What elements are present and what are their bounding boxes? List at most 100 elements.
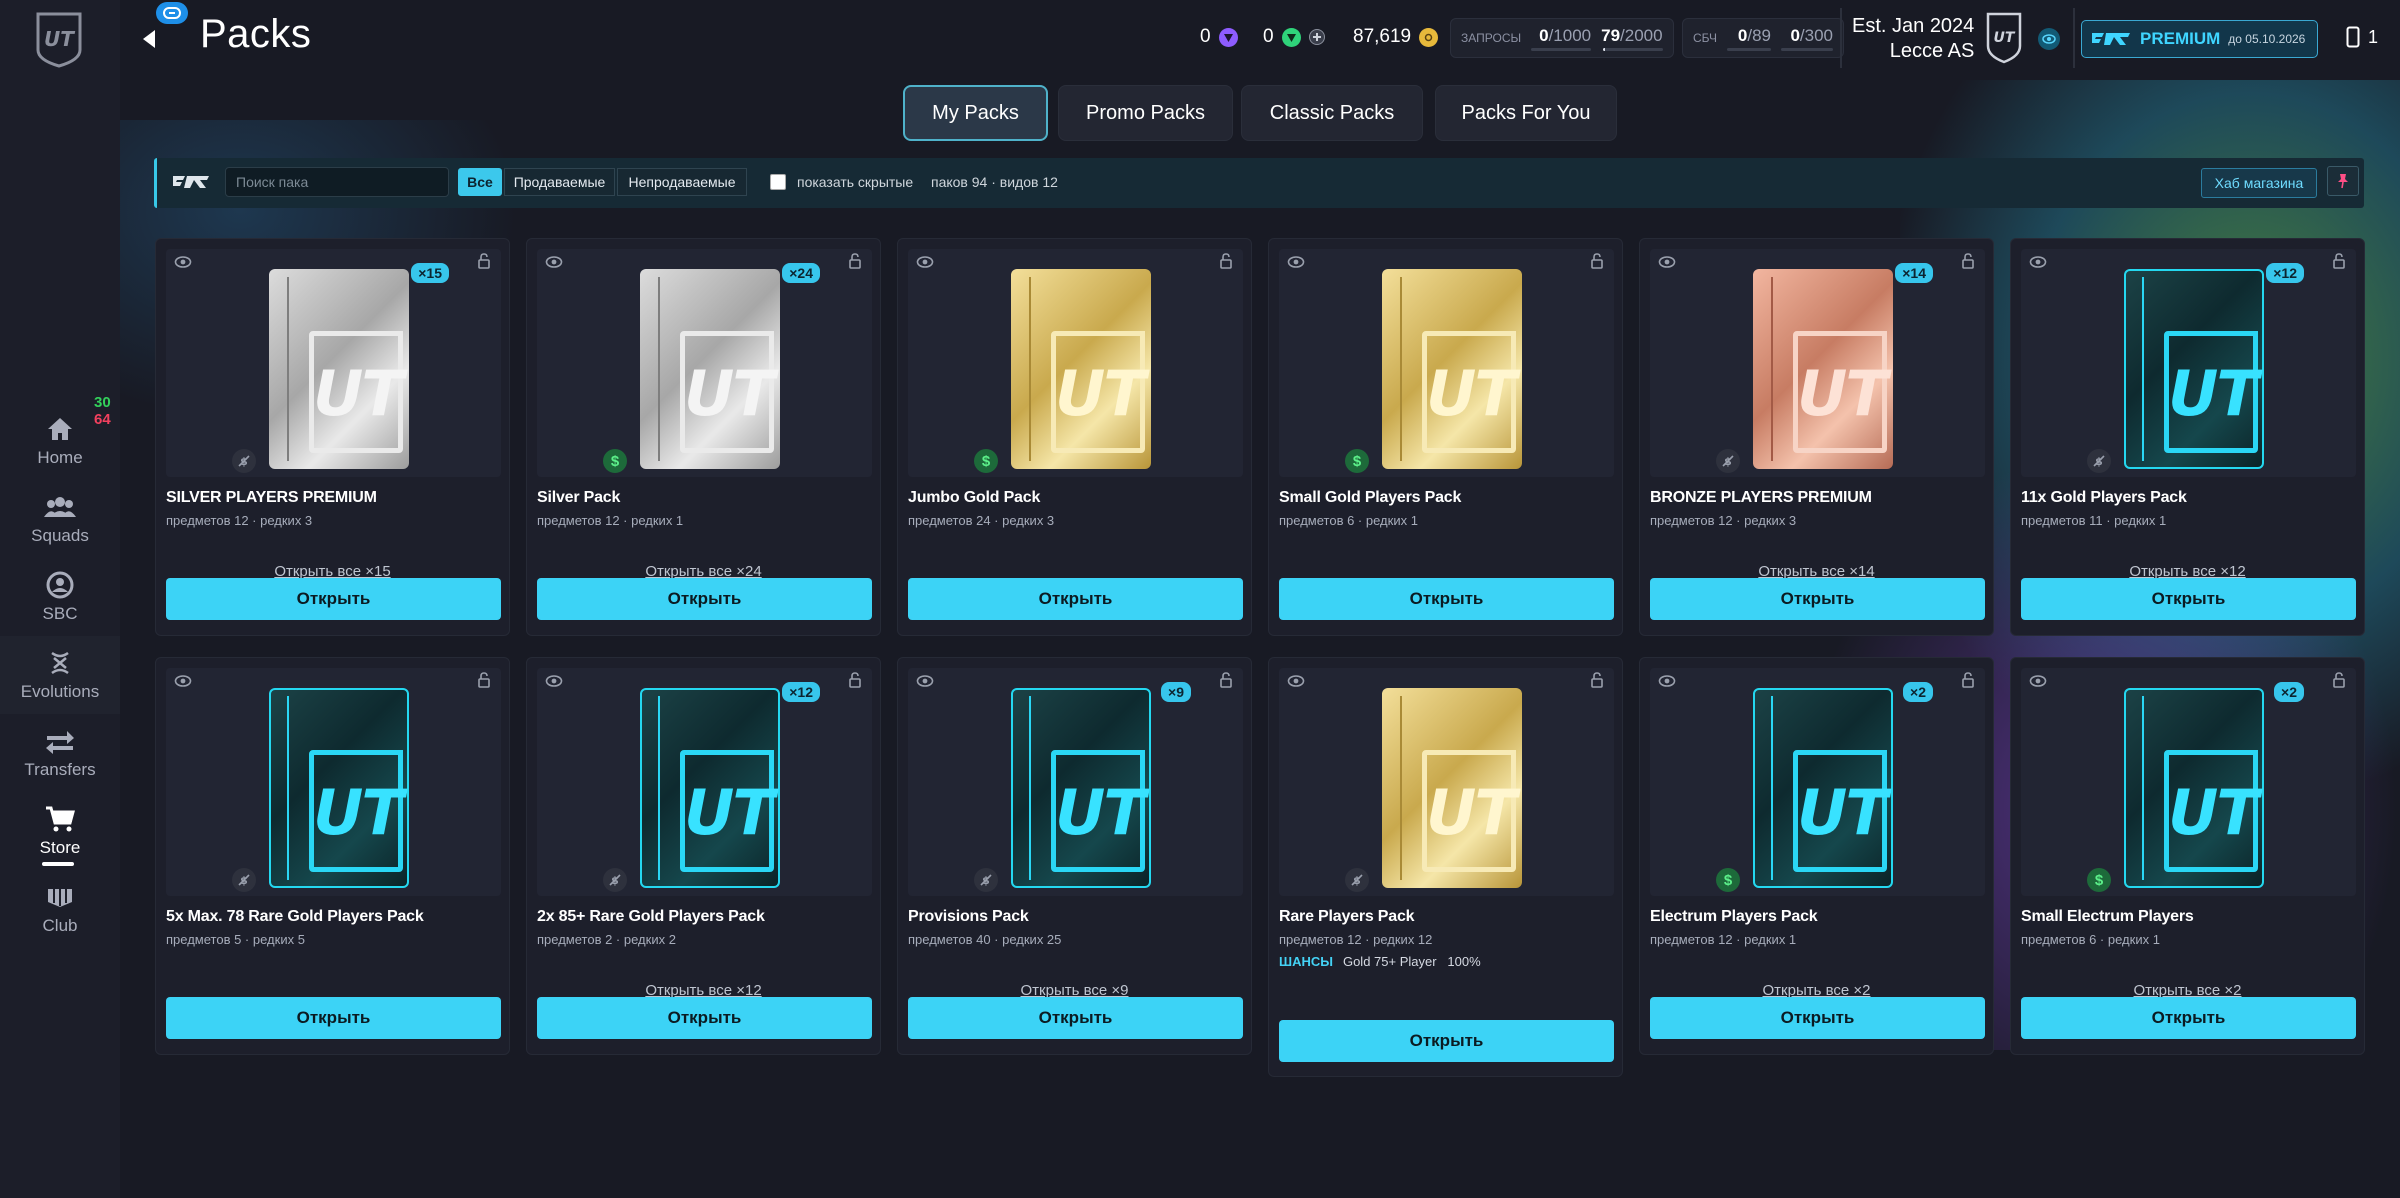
squads-icon (43, 492, 77, 522)
pack-art[interactable]: UT $ (908, 249, 1243, 477)
home-icon (43, 414, 77, 444)
lock-icon[interactable] (848, 672, 862, 688)
lock-icon[interactable] (1219, 253, 1233, 269)
pack-art[interactable]: UT ×2 $ (2021, 668, 2356, 896)
pack-card[interactable]: UT ×2 $ Electrum Players Pack предметов 12 ·… (1639, 657, 1994, 1055)
device-count: 1 (2368, 26, 2379, 47)
club-crest-icon[interactable]: UT (1986, 12, 2022, 64)
open-pack-button[interactable]: Открыть (1279, 578, 1614, 620)
store-hub-button[interactable]: Хаб магазина (2201, 168, 2317, 198)
pack-card[interactable]: UT ×12 $2x 85+ Rare Gold Players Pack предм… (526, 657, 881, 1055)
svg-text:$: $ (240, 874, 248, 887)
open-pack-button[interactable]: Открыть (537, 997, 872, 1039)
eye-icon[interactable] (1287, 674, 1305, 688)
pack-art[interactable]: UT ×14 $ (1650, 249, 1985, 477)
pack-card[interactable]: UT ×15 $ SILVER PLAYERS PREMIUM предметов 12… (155, 238, 510, 636)
nav-evolutions[interactable]: Evolutions (0, 636, 120, 714)
pack-card[interactable]: UT ×2 $ Small Electrum Players предметов 6 ·… (2010, 657, 2365, 1055)
lock-icon[interactable] (848, 253, 862, 269)
eye-icon[interactable] (1658, 255, 1676, 269)
pack-image: UT (1753, 269, 1893, 469)
filter-untradable[interactable]: Непродаваемые (617, 168, 747, 196)
lock-icon[interactable] (477, 672, 491, 688)
nav-label: Store (39, 838, 81, 857)
pack-card[interactable]: UT $ Rare Players Pack предметов 12 · редки… (1268, 657, 1623, 1077)
filter-all[interactable]: Все (458, 168, 502, 196)
untradable-icon: $ (974, 868, 998, 892)
show-hidden-checkbox[interactable] (770, 174, 786, 190)
eye-icon[interactable] (545, 255, 563, 269)
lock-icon[interactable] (2332, 672, 2346, 688)
lock-icon[interactable] (1961, 672, 1975, 688)
open-pack-button[interactable]: Открыть (908, 578, 1243, 620)
pack-art[interactable]: UT ×12 $ (2021, 249, 2356, 477)
pack-art[interactable]: UT $ (166, 668, 501, 896)
eye-icon[interactable] (1658, 674, 1676, 688)
premium-button[interactable]: PREMIUM до 05.10.2026 (2081, 20, 2318, 58)
open-pack-button[interactable]: Открыть (2021, 578, 2356, 620)
nav-store[interactable]: Store (0, 792, 120, 870)
sbc-counter: СБЧ 0/89 0/300 (1682, 18, 1844, 58)
lock-icon[interactable] (2332, 253, 2346, 269)
nav-sbc[interactable]: SBC (0, 558, 120, 636)
pack-card[interactable]: UT ×14 $ BRONZE PLAYERS PREMIUM предметов 12… (1639, 238, 1994, 636)
pack-art[interactable]: UT $ (1279, 249, 1614, 477)
tab-my-packs[interactable]: My Packs (903, 85, 1048, 141)
nav-club[interactable]: Club (0, 870, 120, 948)
chat-badge[interactable] (156, 2, 188, 24)
filter-tradable[interactable]: Продаваемые (504, 168, 615, 196)
open-pack-button[interactable]: Открыть (166, 997, 501, 1039)
add-points-icon[interactable] (1308, 29, 1325, 45)
pack-card[interactable]: UT $ Small Gold Players Pack предметов 6 · … (1268, 238, 1623, 636)
open-pack-button[interactable]: Открыть (2021, 997, 2356, 1039)
eye-icon[interactable] (174, 674, 192, 688)
club-info[interactable]: Est. Jan 2024 Lecce AS (1852, 14, 1974, 64)
pack-art[interactable]: UT ×2 $ (1650, 668, 1985, 896)
lock-icon[interactable] (1219, 672, 1233, 688)
evolutions-icon (43, 648, 77, 678)
open-pack-button[interactable]: Открыть (537, 578, 872, 620)
eye-icon[interactable] (174, 255, 192, 269)
pack-art[interactable]: UT ×15 $ (166, 249, 501, 477)
pack-edge (1029, 277, 1031, 461)
svg-text:$: $ (2095, 455, 2103, 468)
tab-classic-packs[interactable]: Classic Packs (1241, 85, 1423, 141)
tab-packs-for-you[interactable]: Packs For You (1435, 85, 1617, 141)
pack-card[interactable]: UT ×9 $ Provisions Pack предметов 40 · редки… (897, 657, 1252, 1055)
ut-logo[interactable]: UT (34, 10, 84, 68)
divider (1840, 8, 1842, 68)
premium-label: PREMIUM (2140, 29, 2221, 48)
lock-icon[interactable] (1590, 672, 1604, 688)
pack-art[interactable]: UT $ (1279, 668, 1614, 896)
open-pack-button[interactable]: Открыть (908, 997, 1243, 1039)
lock-icon[interactable] (1961, 253, 1975, 269)
pack-art[interactable]: UT ×12 $ (537, 668, 872, 896)
pin-button[interactable] (2327, 166, 2359, 196)
device-indicator[interactable]: 1 (2346, 26, 2378, 48)
eye-icon[interactable] (2029, 255, 2047, 269)
eye-icon[interactable] (916, 674, 934, 688)
pack-card[interactable]: UT $ Jumbo Gold Pack предметов 24 · редких … (897, 238, 1252, 636)
eye-icon[interactable] (916, 255, 934, 269)
pack-art[interactable]: UT ×9 $ (908, 668, 1243, 896)
lock-icon[interactable] (1590, 253, 1604, 269)
back-button[interactable] (138, 26, 160, 52)
tab-promo-packs[interactable]: Promo Packs (1058, 85, 1233, 141)
pack-card[interactable]: UT ×24 $ Silver Pack предметов 12 · редких 1… (526, 238, 881, 636)
open-pack-button[interactable]: Открыть (1650, 997, 1985, 1039)
lock-icon[interactable] (477, 253, 491, 269)
nav-squads[interactable]: Squads (0, 480, 120, 558)
open-pack-button[interactable]: Открыть (1279, 1020, 1614, 1062)
eye-icon[interactable] (1287, 255, 1305, 269)
open-pack-button[interactable]: Открыть (1650, 578, 1985, 620)
open-pack-button[interactable]: Открыть (166, 578, 501, 620)
eye-icon[interactable] (2029, 674, 2047, 688)
nav-transfers[interactable]: Transfers (0, 714, 120, 792)
visibility-toggle[interactable] (2038, 28, 2060, 50)
pack-card[interactable]: UT ×12 $11x Gold Players Pack предметов 11 … (2010, 238, 2365, 636)
eye-icon[interactable] (545, 674, 563, 688)
sbc-label: СБЧ (1693, 31, 1717, 45)
pack-art[interactable]: UT ×24 $ (537, 249, 872, 477)
pack-card[interactable]: UT $5x Max. 78 Rare Gold Players Pack пред… (155, 657, 510, 1055)
pack-search-input[interactable] (225, 167, 449, 197)
